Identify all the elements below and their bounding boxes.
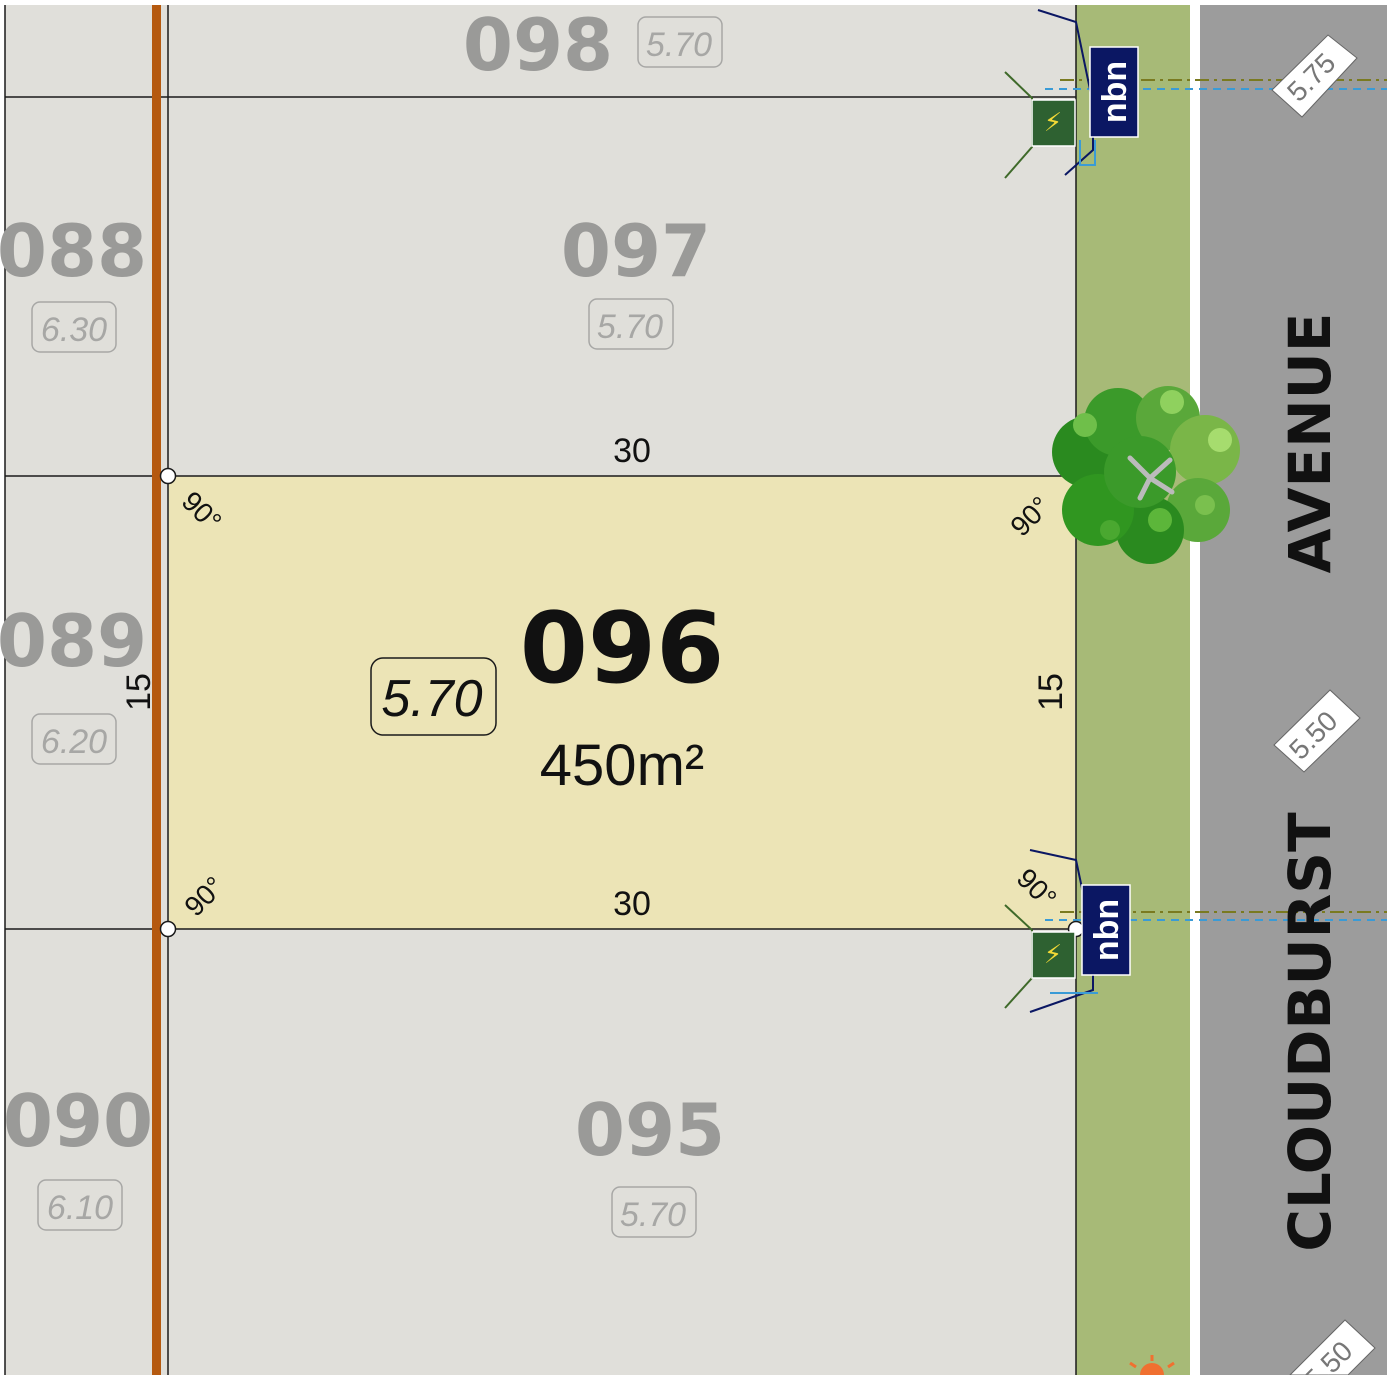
subject-lot-number: 096	[520, 592, 725, 706]
verge	[1076, 5, 1190, 1375]
road-name-cloudburst: CLOUDBURST	[1276, 812, 1344, 1252]
lot-level-088: 6.30	[41, 311, 107, 349]
dimension-left: 15	[120, 673, 158, 711]
lot-number-090: 090	[3, 1079, 153, 1163]
kerb	[1190, 5, 1200, 1375]
lot-number-088: 088	[0, 209, 147, 293]
lot-level-098: 5.70	[646, 26, 712, 64]
dimension-top: 30	[613, 432, 651, 470]
lot-number-089: 089	[0, 599, 147, 683]
lot-number-097: 097	[561, 209, 711, 293]
dimension-bottom: 30	[613, 885, 651, 923]
lot-plan-map: 098 5.70 097 5.70 095 5.70 088 6.30 089 …	[0, 0, 1387, 1375]
lot-level-090: 6.10	[47, 1189, 113, 1227]
subject-lot-level: 5.70	[381, 670, 482, 728]
lot-level-095: 5.70	[620, 1196, 686, 1234]
lot-number-095: 095	[575, 1088, 725, 1172]
dimension-right: 15	[1032, 673, 1070, 711]
lot-level-089: 6.20	[41, 723, 107, 761]
lot-number-098: 098	[463, 3, 613, 87]
road-name-avenue: AVENUE	[1276, 313, 1344, 574]
nbn-label-bottom: nbn	[1088, 899, 1126, 961]
lot-level-097: 5.70	[597, 308, 663, 346]
lightning-icon: ⚡	[1044, 940, 1062, 970]
nbn-label-top: nbn	[1096, 61, 1134, 123]
lightning-icon: ⚡	[1044, 108, 1062, 138]
subject-lot-area: 450m²	[540, 733, 704, 798]
